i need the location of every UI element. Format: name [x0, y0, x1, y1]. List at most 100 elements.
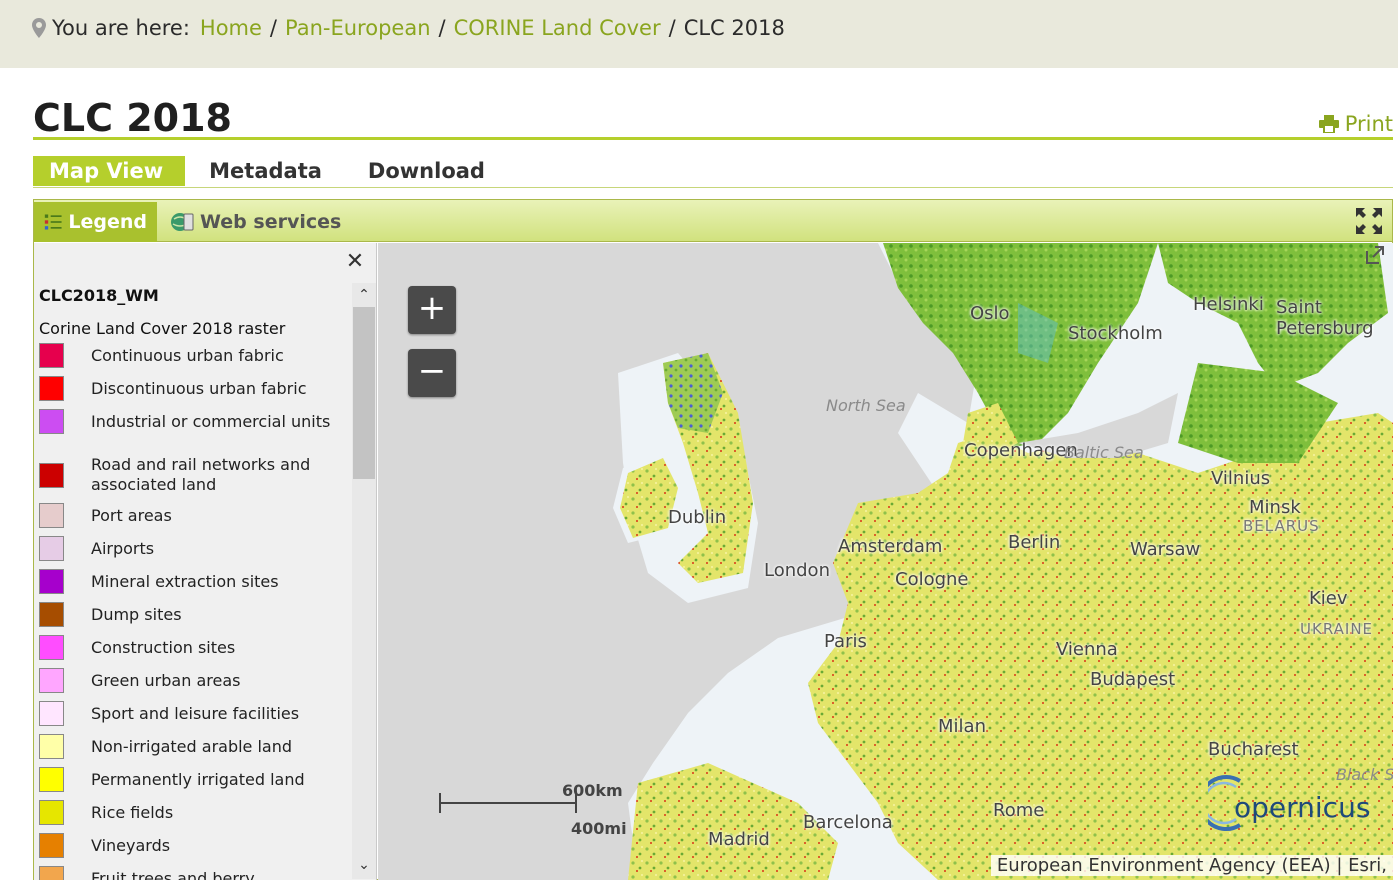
legend-item: Non-irrigated arable land	[39, 734, 349, 759]
legend-layer-subtitle: Corine Land Cover 2018 raster	[39, 319, 286, 338]
viewer-toolbar: Legend Web services	[34, 200, 1392, 242]
legend-item-label: Mineral extraction sites	[91, 571, 279, 591]
legend-item-label: Construction sites	[91, 637, 236, 657]
breadcrumb-home-link[interactable]: Home	[200, 16, 262, 40]
legend-item: Road and rail networks and associated la…	[39, 455, 349, 495]
legend-item-label: Industrial or commercial units	[91, 411, 331, 431]
breadcrumb: You are here: Home / Pan-European / CORI…	[32, 16, 785, 40]
map-label-paris: Paris	[824, 631, 867, 652]
legend-swatch	[39, 866, 64, 880]
legend-swatch	[39, 701, 64, 726]
scale-mi-label: 400mi	[571, 819, 627, 838]
legend-swatch	[39, 668, 64, 693]
map-label-baltic-sea: Baltic Sea	[1064, 443, 1144, 462]
map-label-north-sea: North Sea	[826, 396, 906, 415]
scale-km-label: 600km	[562, 781, 623, 800]
map-label-berlin: Berlin	[1008, 532, 1061, 553]
scroll-up-arrow-icon[interactable]: ⌃	[352, 287, 376, 305]
tab-map-view[interactable]: Map View	[33, 156, 186, 186]
title-divider	[33, 137, 1393, 140]
legend-item-label: Continuous urban fabric	[91, 345, 284, 365]
legend-swatch	[39, 376, 64, 401]
zoom-in-button[interactable]: +	[408, 286, 456, 334]
legend-item: Dump sites	[39, 602, 349, 627]
map-label-madrid: Madrid	[708, 829, 770, 850]
legend-item-label: Sport and leisure facilities	[91, 703, 300, 723]
legend-item: Green urban areas	[39, 668, 349, 693]
legend-item: Mineral extraction sites	[39, 569, 349, 594]
legend-item: Port areas	[39, 503, 349, 528]
legend-list-icon	[44, 214, 62, 230]
close-icon[interactable]: ✕	[344, 251, 366, 273]
map-label-cologne: Cologne	[895, 569, 969, 590]
legend-item-label: Airports	[91, 538, 155, 558]
breadcrumb-corine-link[interactable]: CORINE Land Cover	[454, 16, 661, 40]
legend-item: Fruit trees and berry	[39, 866, 349, 880]
tab-metadata[interactable]: Metadata	[193, 156, 344, 186]
legend-layer-name: CLC2018_WM	[39, 286, 159, 305]
breadcrumb-bar: You are here: Home / Pan-European / CORI…	[0, 0, 1398, 68]
legend-item-label: Port areas	[91, 505, 172, 525]
map-label-stockholm: Stockholm	[1068, 323, 1163, 344]
tab-legend[interactable]: Legend	[34, 202, 157, 242]
map-label-london: London	[764, 560, 830, 581]
legend-swatch	[39, 409, 64, 434]
legend-swatch	[39, 833, 64, 858]
map-attribution: European Environment Agency (EEA) | Esri…	[990, 855, 1393, 876]
tab-web-services-label: Web services	[200, 211, 342, 233]
tab-legend-label: Legend	[68, 211, 147, 233]
copernicus-logo: opernicus	[1208, 775, 1370, 831]
map-viewer: Legend Web services ✕ CLC2018_WM Corine …	[33, 199, 1393, 880]
map-label-milan: Milan	[938, 716, 986, 737]
map-label-budapest: Budapest	[1090, 669, 1176, 690]
breadcrumb-pan-european-link[interactable]: Pan-European	[285, 16, 431, 40]
legend-item: Airports	[39, 536, 349, 561]
breadcrumb-current: CLC 2018	[683, 16, 785, 40]
map-label-belarus: BELARUS	[1243, 517, 1320, 535]
print-label: Print	[1344, 112, 1393, 136]
expand-arrow-icon[interactable]	[1365, 245, 1385, 265]
fullscreen-icon[interactable]	[1354, 206, 1384, 236]
map-label-barcelona: Barcelona	[803, 812, 893, 833]
legend-item-label: Permanently irrigated land	[91, 769, 305, 789]
legend-scrollbar[interactable]: ⌃ ⌄	[352, 283, 376, 879]
legend-item: Construction sites	[39, 635, 349, 660]
map-label-warsaw: Warsaw	[1130, 539, 1201, 560]
page-tabs: Map View Metadata Download	[33, 156, 507, 186]
map-canvas[interactable]: + − Oslo Stockholm Helsinki Saint Peters…	[378, 243, 1393, 880]
legend-swatch	[39, 767, 64, 792]
legend-swatch	[39, 503, 64, 528]
legend-panel: ✕ CLC2018_WM Corine Land Cover 2018 rast…	[34, 243, 377, 880]
legend-swatch	[39, 343, 64, 368]
map-label-kiev: Kiev	[1309, 588, 1348, 609]
map-label-amsterdam: Amsterdam	[838, 536, 943, 557]
legend-item-label: Road and rail networks and associated la…	[91, 455, 311, 494]
page-title: CLC 2018	[33, 96, 232, 140]
legend-swatch	[39, 536, 64, 561]
tab-web-services[interactable]: Web services	[160, 202, 351, 242]
legend-item-label: Vineyards	[91, 835, 171, 855]
legend-item-label: Rice fields	[91, 802, 174, 822]
zoom-out-button[interactable]: −	[408, 349, 456, 397]
legend-item-label: Dump sites	[91, 604, 182, 624]
legend-swatch	[39, 635, 64, 660]
map-label-saint-petersburg: Saint Petersburg	[1276, 297, 1374, 339]
legend-item: Sport and leisure facilities	[39, 701, 349, 726]
legend-item: Rice fields	[39, 800, 349, 825]
legend-swatch	[39, 800, 64, 825]
legend-swatch	[39, 569, 64, 594]
map-label-dublin: Dublin	[668, 507, 727, 528]
map-label-rome: Rome	[993, 800, 1045, 821]
scroll-down-arrow-icon[interactable]: ⌄	[352, 857, 376, 875]
breadcrumb-separator: /	[668, 16, 676, 40]
legend-item: Permanently irrigated land	[39, 767, 349, 792]
scrollbar-thumb[interactable]	[353, 307, 375, 479]
map-label-bucharest: Bucharest	[1208, 739, 1299, 760]
legend-item: Industrial or commercial units	[39, 409, 349, 434]
tab-download[interactable]: Download	[352, 156, 507, 186]
print-button[interactable]: Print	[1318, 112, 1393, 136]
legend-swatch	[39, 602, 64, 627]
legend-item: Continuous urban fabric	[39, 343, 349, 368]
map-label-oslo: Oslo	[970, 303, 1010, 324]
breadcrumb-separator: /	[269, 16, 277, 40]
